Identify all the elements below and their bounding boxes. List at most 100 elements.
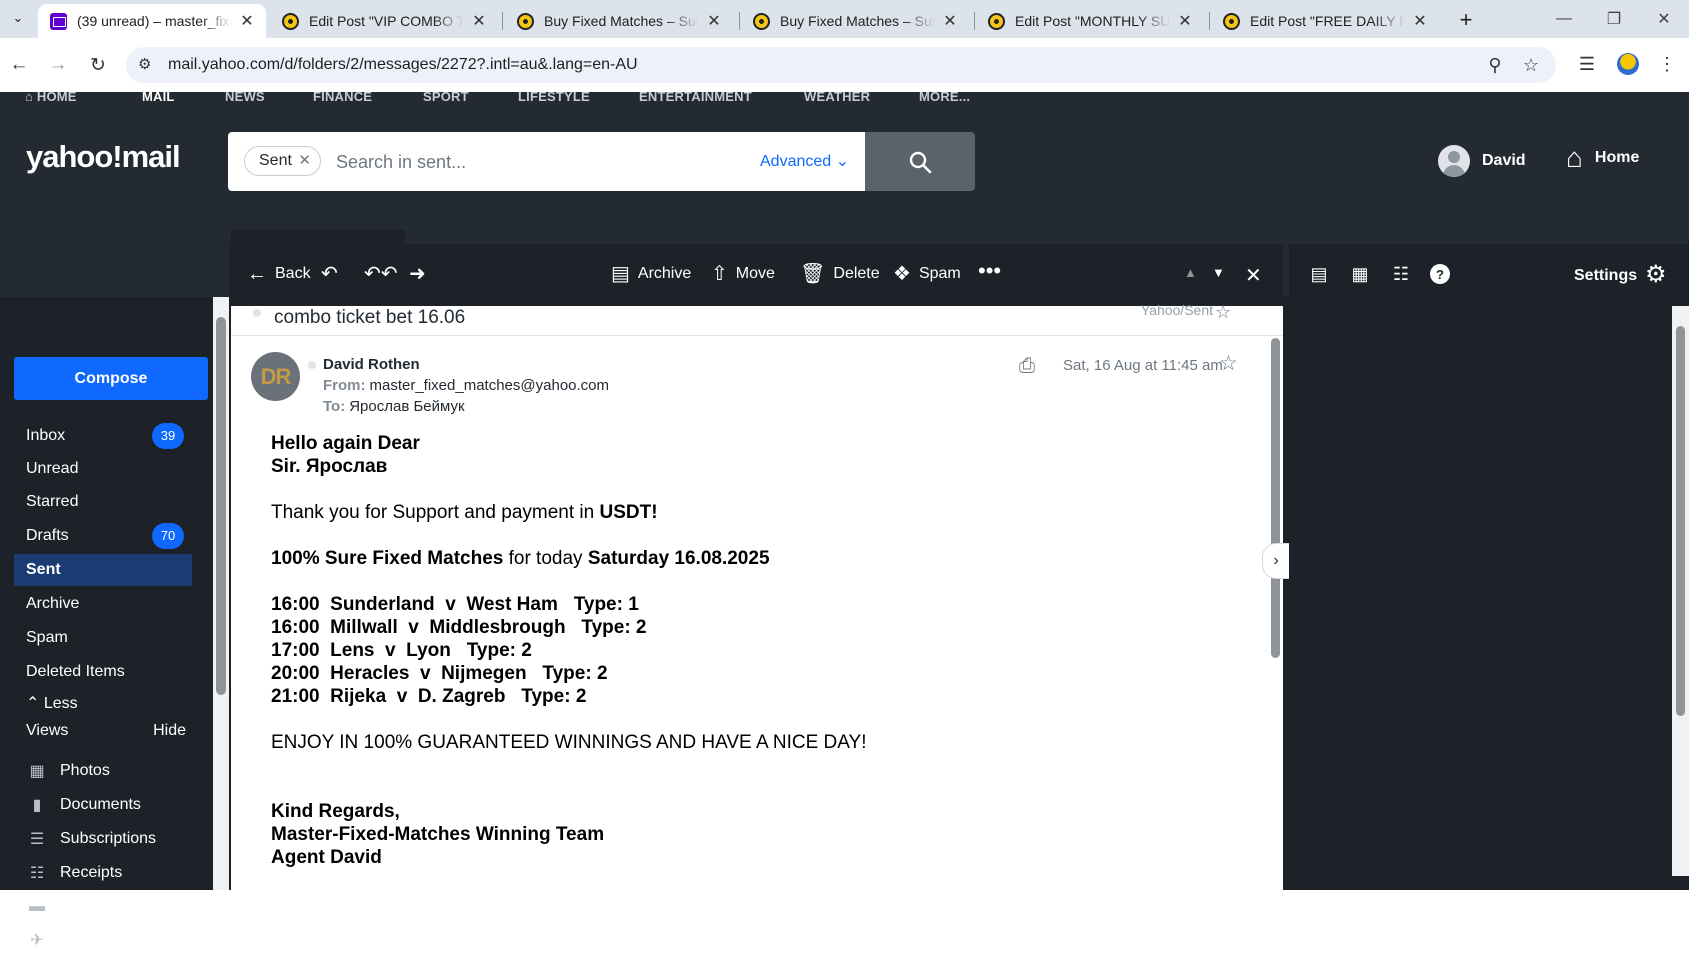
forward-button[interactable]: ➜ [409, 264, 434, 284]
back-arrow-icon[interactable]: ← [4, 50, 34, 80]
view-photos[interactable]: ▦ Photos [26, 756, 109, 786]
nav-home[interactable]: ⌂ HOME [25, 92, 77, 104]
close-tab-icon[interactable]: ✕ [705, 11, 723, 31]
nav-entertainment[interactable]: ENTERTAINMENT [639, 92, 752, 104]
gear-icon[interactable]: ⚙ [1645, 260, 1667, 289]
scrollbar-thumb[interactable] [1271, 338, 1280, 658]
media-controls-icon[interactable]: ☰ [1574, 51, 1600, 77]
folder-inbox[interactable]: Inbox 39 [14, 420, 192, 452]
move-button[interactable]: ⇧ Move [711, 264, 775, 284]
nav-finance[interactable]: FINANCE [313, 92, 372, 104]
tab-search-chevron-icon[interactable]: ⌄ [6, 6, 30, 30]
contacts-icon[interactable]: ▤ [1307, 262, 1331, 286]
hide-views-link[interactable]: Hide [153, 722, 186, 740]
view-documents[interactable]: ▮ Documents [26, 790, 141, 820]
forward-arrow-icon[interactable]: → [43, 50, 73, 80]
reload-icon[interactable]: ↻ [83, 50, 113, 80]
delete-button[interactable]: 🗑 Delete [800, 264, 880, 284]
new-tab-plus-icon[interactable]: + [1452, 6, 1480, 34]
browser-tab-yahoo-mail[interactable]: (39 unread) – master_fixed_matches@yahoo… [38, 4, 266, 38]
browser-tab-buy-fixed-matches[interactable]: Buy Fixed Matches – Sure Fixed ✕ [505, 4, 733, 38]
close-tab-icon[interactable]: ✕ [941, 11, 959, 31]
nav-news[interactable]: NEWS [225, 92, 265, 104]
sender-name[interactable]: David Rothen [323, 356, 420, 373]
calendar-icon[interactable]: ▦ [1348, 262, 1372, 286]
view-travel[interactable]: ✈ Travel [26, 925, 104, 955]
folder-drafts[interactable]: Drafts 70 [14, 520, 192, 552]
sender-avatar[interactable]: DR [251, 352, 300, 401]
right-panel-scrollbar[interactable] [1672, 306, 1689, 876]
bookmark-star-icon[interactable]: ☆ [1520, 54, 1542, 76]
browser-tab-edit-post-free[interactable]: Edit Post "FREE DAILY PREDICTIONS" ✕ [1211, 4, 1439, 38]
subject-star-icon[interactable]: ☆ [1215, 302, 1231, 323]
close-tab-icon[interactable]: ✕ [1411, 11, 1429, 31]
folder-unread[interactable]: Unread [14, 453, 192, 485]
nav-mail[interactable]: MAIL [142, 92, 175, 104]
search-folder-chip[interactable]: Sent ✕ [244, 146, 321, 176]
next-message-icon[interactable]: ▼ [1212, 265, 1225, 280]
nav-more[interactable]: MORE... [919, 92, 970, 104]
zoom-icon[interactable]: ⚲ [1484, 54, 1506, 76]
close-tab-icon[interactable]: ✕ [1176, 11, 1194, 31]
less-toggle[interactable]: ⌃ Less [14, 688, 192, 720]
url-text[interactable]: mail.yahoo.com/d/folders/2/messages/2272… [168, 56, 638, 74]
more-actions-icon[interactable]: ••• [978, 258, 1001, 284]
match-line: 16:00 Millwall v Middlesbrough Type: 2 [271, 617, 647, 638]
settings-button[interactable]: Settings [1574, 267, 1637, 285]
window-close-icon[interactable]: ✕ [1642, 6, 1686, 32]
reply-all-button[interactable]: ↶↶ [364, 264, 406, 284]
folder-tag[interactable]: Yahoo/Sent [1141, 302, 1213, 318]
view-receipts[interactable]: ☷ Receipts [26, 858, 122, 888]
print-icon[interactable]: ⎙ [1019, 355, 1035, 378]
browser-tab-buy-fixed-matches-2[interactable]: Buy Fixed Matches – Sure Fixed ✕ [741, 4, 969, 38]
chip-remove-icon[interactable]: ✕ [298, 147, 311, 175]
folder-sent[interactable]: Sent [14, 554, 192, 586]
search-button[interactable] [865, 132, 975, 191]
reply-button[interactable]: ↶ [321, 264, 346, 284]
star-icon[interactable]: ☆ [1219, 351, 1238, 376]
sidebar-scrollbar[interactable] [213, 297, 229, 890]
greeting-line-1: Hello again Dear [271, 433, 420, 454]
minimize-icon[interactable]: — [1542, 6, 1586, 32]
profile-avatar-icon[interactable] [1617, 53, 1639, 75]
nav-sport[interactable]: SPORT [423, 92, 469, 104]
back-button[interactable]: ← Back [247, 264, 311, 284]
nav-weather[interactable]: WEATHER [804, 92, 870, 104]
spam-button[interactable]: ❖ Spam [893, 264, 961, 284]
restore-icon[interactable]: ❐ [1592, 6, 1636, 32]
close-tab-icon[interactable]: ✕ [470, 11, 488, 31]
folder-archive[interactable]: Archive [14, 588, 192, 620]
archive-icon: ▤ [611, 263, 630, 285]
close-message-icon[interactable]: ✕ [1245, 263, 1262, 288]
message-scrollbar[interactable] [1268, 306, 1283, 876]
view-credits[interactable]: ▬ Credits [26, 892, 111, 922]
browser-menu-icon[interactable]: ⋮ [1654, 51, 1680, 77]
back-label: Back [275, 265, 311, 282]
nav-lifestyle[interactable]: LIFESTYLE [518, 92, 590, 104]
close-tab-icon[interactable]: ✕ [238, 11, 256, 31]
home-link[interactable]: ⌂ Home [1566, 144, 1639, 172]
browser-tab-edit-post-monthly[interactable]: Edit Post "MONTHLY SUBSCRIPTION" ✕ [976, 4, 1204, 38]
folder-starred[interactable]: Starred [14, 486, 192, 518]
from-address[interactable]: master_fixed_matches@yahoo.com [370, 377, 610, 394]
previous-message-icon[interactable]: ▲ [1184, 265, 1197, 280]
archive-button[interactable]: ▤ Archive [611, 263, 691, 285]
help-icon[interactable]: ? [1430, 264, 1450, 284]
advanced-search-button[interactable]: Advanced ⌄ [760, 151, 849, 171]
scrollbar-thumb[interactable] [216, 317, 226, 695]
folder-spam[interactable]: Spam [14, 622, 192, 654]
address-bar[interactable]: ⚙ mail.yahoo.com/d/folders/2/messages/22… [126, 47, 1556, 83]
notepad-icon[interactable]: ☷ [1389, 262, 1413, 286]
scrollbar-thumb[interactable] [1676, 326, 1685, 716]
account-menu[interactable]: David [1438, 145, 1526, 177]
to-recipient[interactable]: Ярослав Беймук [349, 398, 464, 415]
browser-tab-edit-post-vip[interactable]: Edit Post "VIP COMBO TICKET" ✕ [270, 4, 498, 38]
site-settings-icon[interactable]: ⚙ [138, 55, 151, 73]
collapse-panel-chevron-icon[interactable]: › [1262, 543, 1290, 579]
folder-deleted-items[interactable]: Deleted Items [14, 656, 192, 688]
search-input[interactable] [336, 148, 716, 176]
view-subscriptions[interactable]: ☰ Subscriptions [26, 824, 156, 854]
compose-button[interactable]: Compose [14, 357, 208, 400]
yahoo-mail-logo[interactable]: yahoo!mail [26, 139, 181, 175]
yahoo-mail-favicon-icon [50, 12, 67, 30]
